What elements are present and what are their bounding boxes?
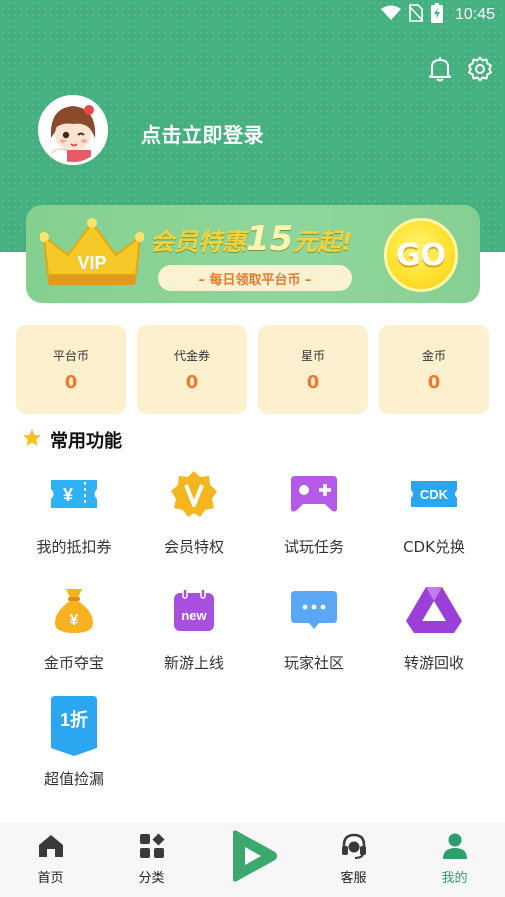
chat-bubble-icon (284, 580, 344, 640)
feature-label: 新游上线 (163, 654, 224, 672)
new-icon-text: new (181, 608, 207, 623)
wallet-label: 星币 (300, 348, 325, 363)
nav-item-mine[interactable]: 我的 (404, 823, 505, 886)
feature-label: 金币夺宝 (43, 654, 104, 672)
vip-headline: 会员特惠15元起! (150, 219, 352, 259)
avatar[interactable] (38, 95, 108, 165)
feature-label: 玩家社区 (283, 654, 344, 672)
feature-label: 试玩任务 (283, 538, 344, 556)
feature-vip-privileges[interactable]: 会员特权 (134, 460, 254, 576)
wallet-card-voucher[interactable]: 代金券 0 (137, 325, 247, 414)
wallet-cards: 平台币 0 代金券 0 星币 0 金币 0 (16, 325, 489, 414)
feature-grid: ¥ 我的抵扣券 会员特权 试玩任务 CDK CDK兑换 ¥ 金币夺宝 new 新… (14, 460, 494, 808)
vip-headline-prefix: 会员特惠 (150, 228, 246, 256)
feature-trial-tasks[interactable]: 试玩任务 (254, 460, 374, 576)
nav-label: 我的 (441, 871, 468, 886)
wallet-label: 代金券 (173, 348, 210, 363)
star-icon (22, 428, 42, 453)
feature-bargain-deals[interactable]: 1折 超值捡漏 (14, 692, 134, 808)
discount-icon-text: 1折 (60, 709, 88, 730)
crown-text: VIP (77, 253, 106, 273)
play-icon (226, 829, 280, 883)
status-time: 10:45 (454, 6, 495, 23)
money-bag-icon: ¥ (44, 580, 104, 640)
cdk-icon: CDK (404, 464, 464, 524)
feature-label: 会员特权 (163, 538, 224, 556)
vip-headline-suffix: 元起! (293, 228, 353, 256)
gear-icon[interactable] (467, 56, 493, 82)
feature-label: CDK兑换 (403, 538, 465, 556)
vip-badge-icon (164, 464, 224, 524)
coupon-icon: ¥ (44, 464, 104, 524)
feature-label: 我的抵扣券 (36, 538, 112, 556)
vip-headline-number: 15 (246, 219, 294, 259)
user-icon (440, 831, 470, 861)
gamepad-icon (284, 464, 344, 524)
vip-subline: – 每日领取平台币 – (158, 265, 352, 291)
feature-label: 超值捡漏 (43, 770, 104, 788)
cdk-icon-text: CDK (420, 487, 449, 502)
wallet-value: 0 (427, 371, 441, 393)
wallet-card-star-coin[interactable]: 星币 0 (258, 325, 368, 414)
nav-item-customer-service[interactable]: 客服 (303, 823, 404, 886)
bottom-navigation: 首页 分类 客服 我的 (0, 823, 505, 897)
avatar-illustration (41, 98, 105, 162)
svg-text:¥: ¥ (70, 612, 79, 629)
bell-icon[interactable] (427, 56, 453, 82)
triangle-recycle-icon (404, 580, 464, 640)
svg-text:¥: ¥ (63, 485, 73, 505)
header-actions (427, 56, 493, 82)
feature-game-recycle[interactable]: 转游回收 (374, 576, 494, 692)
vip-promo-banner[interactable]: VIP 会员特惠15元起! – 每日领取平台币 – GO (26, 205, 480, 303)
login-prompt[interactable]: 点击立即登录 (141, 119, 264, 148)
nav-item-category[interactable]: 分类 (101, 823, 202, 886)
wallet-label: 金币 (421, 348, 446, 363)
wallet-value: 0 (306, 371, 320, 393)
headset-icon (339, 831, 369, 861)
feature-my-coupons[interactable]: ¥ 我的抵扣券 (14, 460, 134, 576)
nav-item-play[interactable] (202, 823, 303, 883)
feature-cdk-redeem[interactable]: CDK CDK兑换 (374, 460, 494, 576)
vip-go-button[interactable]: GO (384, 218, 458, 292)
feature-new-games[interactable]: new 新游上线 (134, 576, 254, 692)
feature-player-community[interactable]: 玩家社区 (254, 576, 374, 692)
section-title-text: 常用功能 (50, 431, 122, 452)
discount-tag-icon: 1折 (44, 696, 104, 756)
new-calendar-icon: new (164, 580, 224, 640)
wifi-icon (380, 5, 401, 25)
battery-icon (430, 3, 443, 27)
feature-label: 转游回收 (403, 654, 464, 672)
wallet-card-platform-coin[interactable]: 平台币 0 (16, 325, 126, 414)
feature-gold-treasure[interactable]: ¥ 金币夺宝 (14, 576, 134, 692)
nav-label: 客服 (340, 871, 367, 886)
wallet-card-gold-coin[interactable]: 金币 0 (379, 325, 489, 414)
nav-item-home[interactable]: 首页 (0, 823, 101, 886)
wallet-value: 0 (185, 371, 199, 393)
category-icon (137, 831, 167, 861)
crown-icon: VIP (39, 217, 145, 295)
wallet-label: 平台币 (52, 348, 89, 363)
home-icon (36, 831, 66, 861)
nav-label: 分类 (138, 871, 165, 886)
wallet-value: 0 (64, 371, 78, 393)
nav-label: 首页 (37, 871, 64, 886)
no-sim-icon (408, 4, 424, 26)
status-bar: 10:45 (0, 0, 505, 30)
section-title: 常用功能 (22, 427, 122, 453)
